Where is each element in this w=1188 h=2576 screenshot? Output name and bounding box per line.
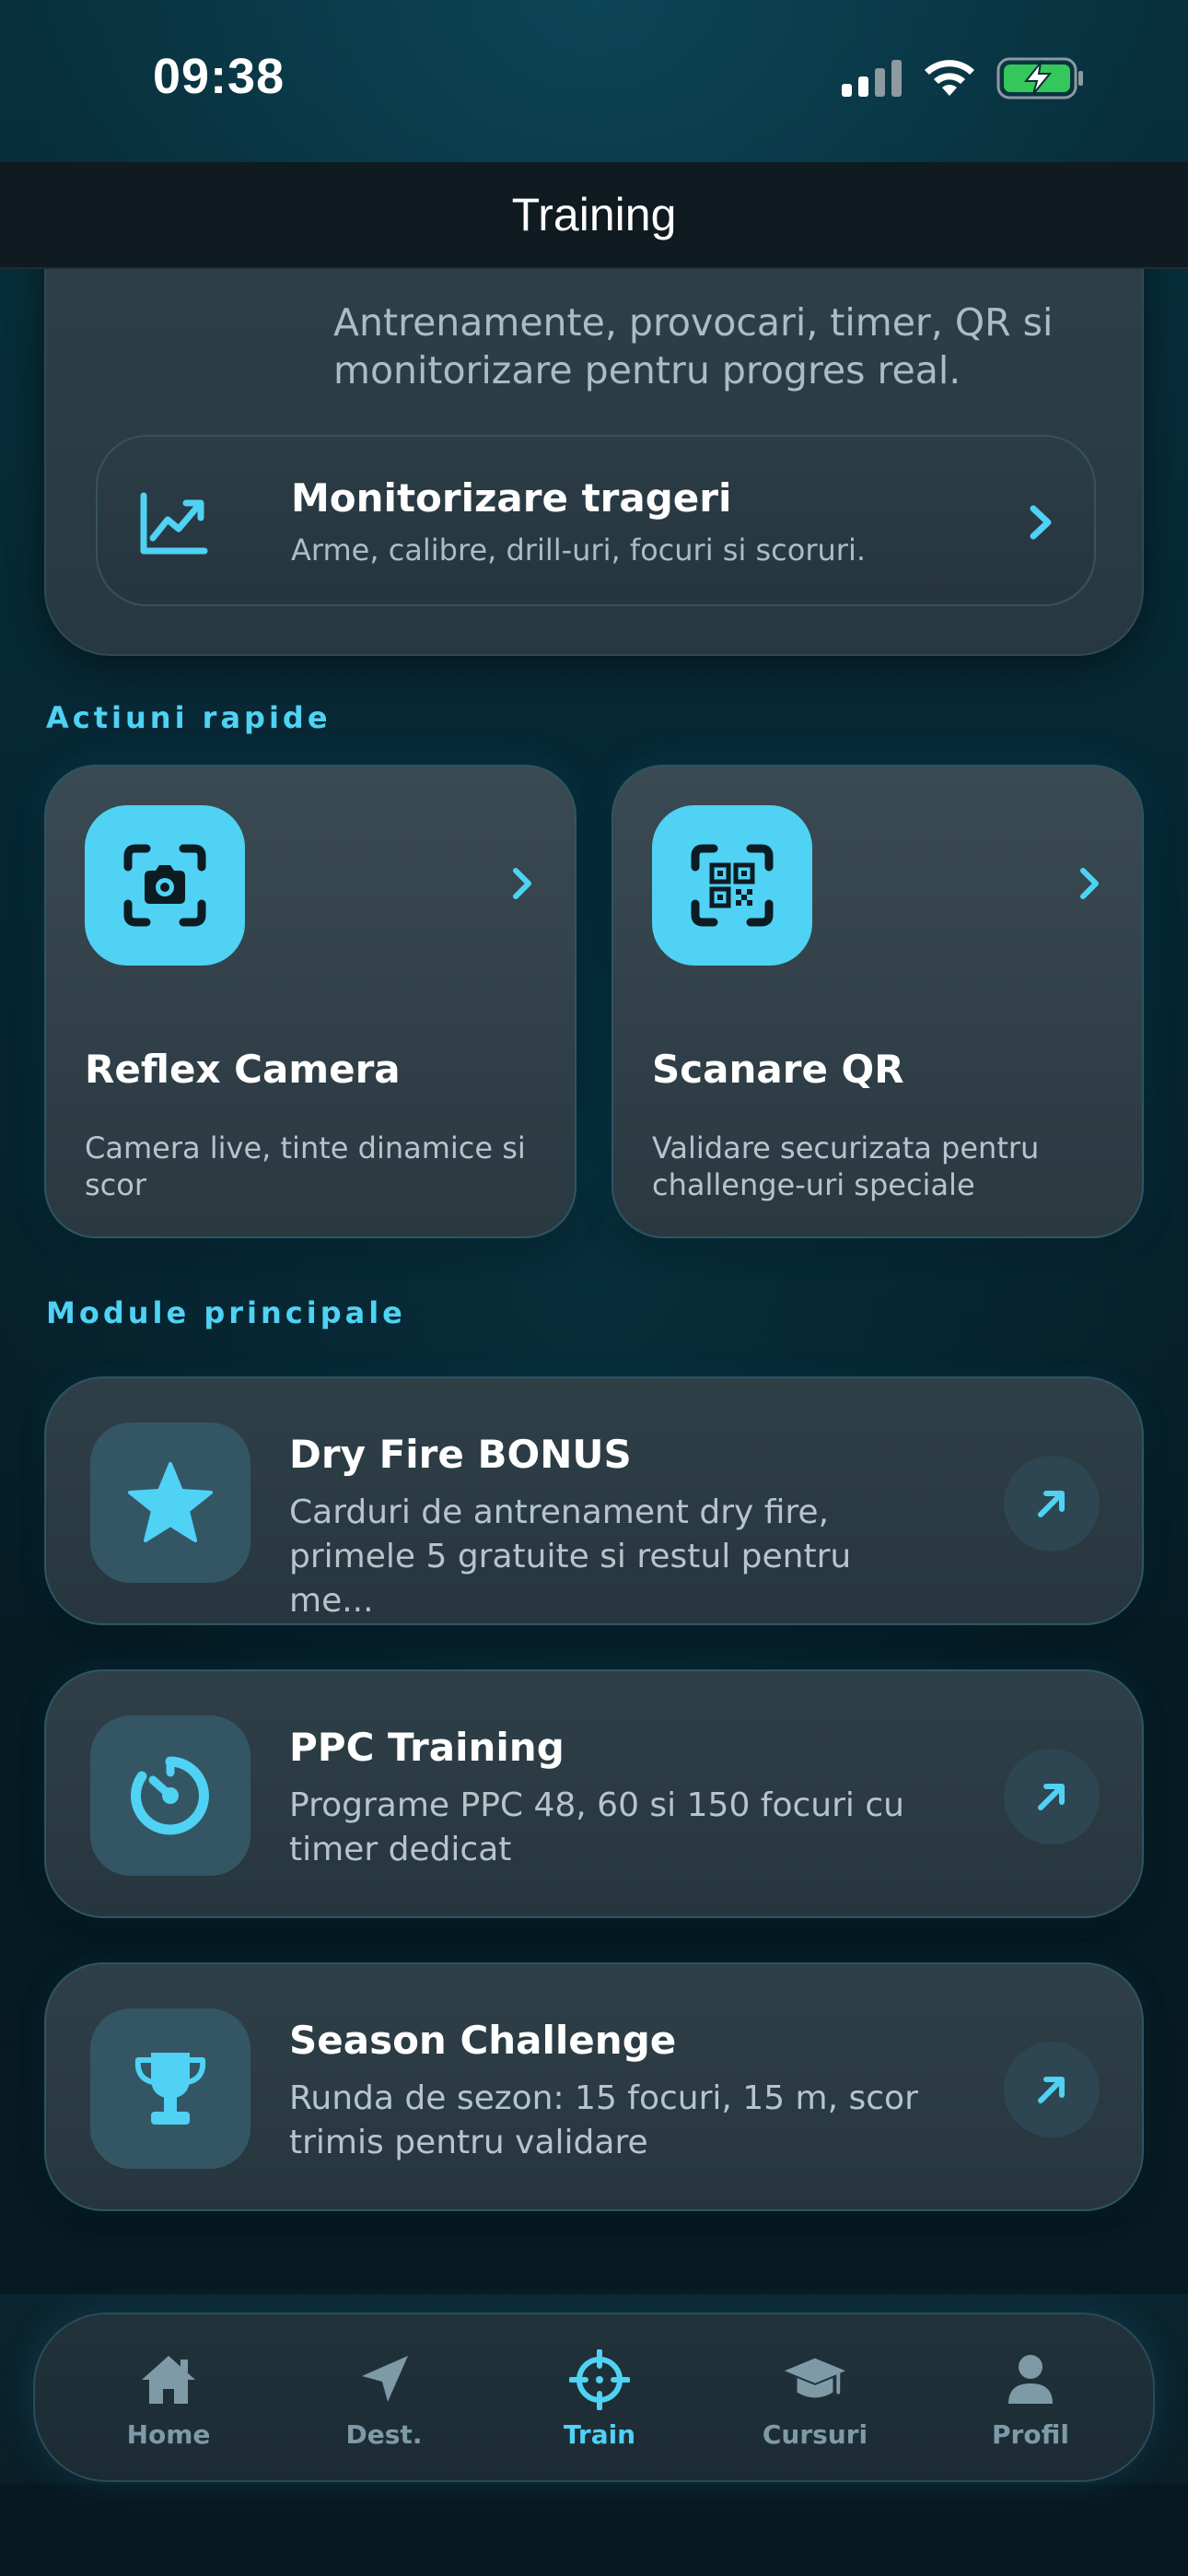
quick-actions-header: Actiuni rapide: [46, 700, 332, 735]
open-arrow-button[interactable]: [1004, 1749, 1100, 1844]
season-challenge-icon-tile: [90, 2008, 250, 2169]
qr-scan-title: Scanare QR: [652, 1047, 904, 1092]
qr-scan-description: Validare securizata pentru challenge-uri…: [652, 1130, 1040, 1202]
graduation-cap-icon: [784, 2358, 846, 2398]
timer-icon: [131, 1756, 209, 1835]
arrow-up-right-icon: [1038, 2077, 1065, 2103]
ppc-training-title: PPC Training: [289, 1725, 565, 1770]
shot-monitoring-card[interactable]: Monitorizare trageri Arme, calibre, dril…: [96, 435, 1096, 606]
dry-fire-bonus-title: Dry Fire BONUS: [289, 1432, 632, 1477]
navigation-arrow-icon: [362, 2356, 408, 2402]
crosshair-icon: [569, 2349, 630, 2410]
tab-courses[interactable]: Cursuri: [707, 2314, 923, 2484]
trophy-icon: [134, 2053, 206, 2125]
tab-label: Train: [563, 2419, 636, 2450]
ppc-training-card[interactable]: PPC Training Programe PPC 48, 60 si 150 …: [44, 1669, 1144, 1918]
dry-fire-bonus-card[interactable]: Dry Fire BONUS Carduri de antrenament dr…: [44, 1376, 1144, 1625]
reflex-camera-icon-tile: [85, 805, 245, 966]
arrow-up-right-icon: [1038, 1784, 1065, 1810]
hero-card: Antrenamente, provocari, timer, QR si mo…: [44, 221, 1144, 656]
season-challenge-card[interactable]: Season Challenge Runda de sezon: 15 focu…: [44, 1962, 1144, 2211]
status-time: 09:38: [153, 49, 285, 104]
qr-scan-card[interactable]: Scanare QR Validare securizata pentru ch…: [611, 765, 1144, 1238]
tab-destinations[interactable]: Dest.: [276, 2314, 492, 2484]
star-icon: [128, 1462, 213, 1542]
wifi-icon: [925, 60, 974, 96]
tab-bar: Home Dest. Train Cursuri Profil: [33, 2313, 1155, 2482]
home-icon: [142, 2356, 195, 2404]
chart-line-icon: [140, 492, 208, 555]
tab-label: Cursuri: [762, 2419, 868, 2450]
page-title: Training: [511, 189, 677, 240]
dry-fire-bonus-description: Carduri de antrenament dry fire, primele…: [289, 1493, 852, 1620]
tab-train[interactable]: Train: [492, 2314, 707, 2484]
open-arrow-button[interactable]: [1004, 2042, 1100, 2137]
status-icons: [842, 57, 1085, 100]
reflex-camera-card[interactable]: Reflex Camera Camera live, tinte dinamic…: [44, 765, 577, 1238]
camera-scan-icon: [123, 844, 206, 927]
cellular-signal-icon: [842, 60, 902, 97]
hero-subtitle: Antrenamente, provocari, timer, QR si mo…: [333, 300, 1054, 392]
season-challenge-title: Season Challenge: [289, 2018, 677, 2063]
ppc-training-description: Programe PPC 48, 60 si 150 focuri cu tim…: [289, 1786, 904, 1868]
season-challenge-description: Runda de sezon: 15 focuri, 15 m, scor tr…: [289, 2079, 918, 2161]
qr-scan-icon-tile: [652, 805, 812, 966]
main-modules-header: Module principale: [46, 1295, 406, 1330]
qr-scan-icon: [691, 844, 774, 927]
tab-label: Home: [126, 2419, 211, 2450]
open-arrow-button[interactable]: [1004, 1456, 1100, 1551]
person-icon: [1008, 2355, 1053, 2404]
arrow-up-right-icon: [1038, 1491, 1065, 1517]
navigation-bar: Training: [0, 162, 1188, 269]
reflex-camera-description: Camera live, tinte dinamice si scor: [85, 1130, 526, 1202]
chevron-right-icon: [513, 868, 531, 899]
chevron-right-icon: [1030, 505, 1052, 540]
tab-label: Profil: [992, 2419, 1069, 2450]
ppc-training-icon-tile: [90, 1715, 250, 1876]
status-bar: 09:38: [0, 0, 1188, 162]
reflex-camera-title: Reflex Camera: [85, 1047, 401, 1092]
battery-charging-icon: [996, 57, 1083, 100]
chevron-right-icon: [1080, 868, 1099, 899]
dry-fire-icon-tile: [90, 1423, 250, 1583]
shot-monitoring-title: Monitorizare trageri: [291, 475, 732, 521]
tab-label: Dest.: [345, 2419, 423, 2450]
shot-monitoring-description: Arme, calibre, drill-uri, focuri si scor…: [291, 533, 866, 568]
tab-profile[interactable]: Profil: [923, 2314, 1138, 2484]
tab-home[interactable]: Home: [61, 2314, 276, 2484]
